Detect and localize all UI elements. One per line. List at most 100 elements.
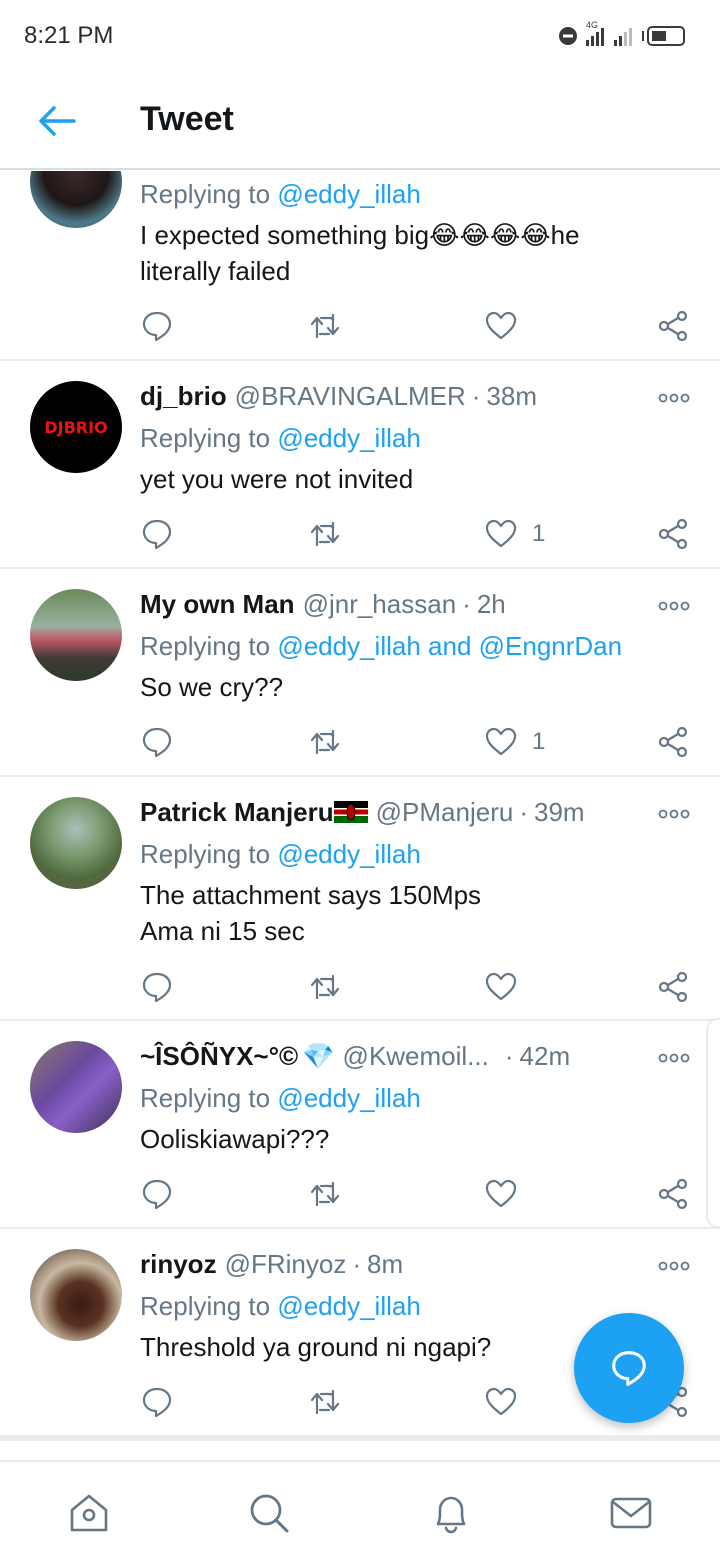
mention-link[interactable]: @eddy_illah and @EngnrDan (277, 631, 622, 661)
notifications-icon[interactable] (428, 1490, 474, 1536)
author-handle[interactable]: @BRAVINGALMER (235, 381, 466, 411)
tweet-actions: 1 (140, 722, 700, 762)
like-button[interactable] (484, 1382, 532, 1422)
back-arrow-icon[interactable] (34, 98, 80, 144)
home-icon[interactable] (66, 1490, 112, 1536)
like-button[interactable]: 1 (484, 722, 545, 762)
like-button[interactable] (484, 967, 532, 1007)
retweet-icon (310, 521, 340, 547)
reply-icon (142, 311, 172, 342)
avatar-logo-text: DJBRIO (44, 417, 108, 437)
reply-button[interactable] (140, 514, 174, 554)
author-name[interactable]: My own Man (140, 589, 295, 619)
retweet-icon (310, 729, 340, 755)
gem-emoji: 💎 (302, 1041, 335, 1071)
tweet-age: 39m (533, 797, 585, 827)
reply-feed[interactable]: Replying to @eddy_illah I expected somet… (0, 171, 720, 1461)
system-status-icons: 4G (559, 20, 685, 46)
mention-link[interactable]: @eddy_illah (277, 1291, 420, 1321)
replying-to: Replying to @eddy_illah (140, 839, 421, 869)
mention-link[interactable]: @eddy_illah (277, 839, 420, 869)
more-options-icon[interactable] (658, 1051, 690, 1065)
retweet-button[interactable] (308, 1382, 342, 1422)
tweet-author-row: ~ÎSÔÑYX~°© 💎 @Kwemoil... · 42m (140, 1041, 570, 1075)
retweet-button[interactable] (308, 1174, 342, 1214)
tweet-actions: 1 (140, 514, 700, 554)
share-button[interactable] (656, 967, 690, 1007)
mention-link[interactable]: @eddy_illah (277, 179, 420, 209)
search-icon[interactable] (246, 1490, 292, 1536)
retweet-icon (310, 1181, 340, 1207)
laughing-emoji: 😂😂😂😂 (429, 220, 551, 250)
author-handle[interactable]: @jnr_hassan (303, 589, 457, 619)
retweet-button[interactable] (308, 967, 342, 1007)
more-options-icon[interactable] (658, 391, 690, 405)
more-options-icon[interactable] (658, 599, 690, 613)
tweet-age: 38m (486, 381, 537, 411)
like-button[interactable] (484, 1174, 532, 1214)
compose-reply-icon (612, 1351, 646, 1386)
user-avatar[interactable] (30, 171, 122, 228)
user-avatar[interactable] (30, 797, 122, 889)
share-button[interactable] (656, 1174, 690, 1214)
tweet-item[interactable]: My own Man @jnr_hassan · 2h Replying to @ed… (0, 569, 720, 777)
author-handle[interactable]: @Kwemoil... (343, 1041, 489, 1071)
reply-button[interactable] (140, 1382, 174, 1422)
reply-icon (142, 1387, 172, 1418)
replying-to: Replying to @eddy_illah (140, 1083, 421, 1113)
thread-end-divider (0, 1435, 720, 1441)
user-avatar[interactable] (30, 589, 122, 681)
reply-button[interactable] (140, 306, 174, 346)
reply-icon (142, 519, 172, 550)
share-icon (658, 726, 688, 758)
user-avatar[interactable] (30, 1041, 122, 1133)
tweet-author-row: My own Man @jnr_hassan · 2h (140, 589, 506, 623)
retweet-button[interactable] (308, 514, 342, 554)
share-button[interactable] (656, 722, 690, 762)
top-app-bar: Tweet (0, 72, 720, 170)
meta-dot: · (519, 797, 528, 827)
tweet-text: The attachment says 150Mps Ama ni 15 sec (140, 880, 482, 946)
user-avatar[interactable]: DJBRIO (30, 381, 122, 473)
like-icon (485, 311, 517, 340)
like-icon (485, 1179, 517, 1208)
like-icon (485, 1387, 517, 1416)
mention-link[interactable]: @eddy_illah (277, 423, 420, 453)
retweet-icon (310, 974, 340, 1000)
author-name[interactable]: ~ÎSÔÑYX~°© (140, 1041, 298, 1071)
more-options-icon[interactable] (658, 1259, 690, 1273)
author-name[interactable]: Patrick Manjeru (140, 797, 334, 827)
tweet-item[interactable]: Replying to @eddy_illah I expected somet… (0, 171, 720, 361)
reply-icon (142, 727, 172, 758)
kenya-flag-icon (333, 801, 368, 823)
messages-icon[interactable] (608, 1490, 654, 1536)
like-button[interactable] (484, 306, 532, 346)
tweet-item[interactable]: ~ÎSÔÑYX~°© 💎 @Kwemoil... · 42m Replying to @… (0, 1021, 720, 1229)
tweet-author-row: Patrick Manjeru @PManjeru · 39m (140, 797, 585, 831)
share-button[interactable] (656, 306, 690, 346)
meta-dot: · (504, 1041, 514, 1071)
scroll-edge-handle[interactable] (706, 1018, 720, 1228)
share-button[interactable] (656, 514, 690, 554)
author-handle[interactable]: @FRinyoz (225, 1249, 347, 1279)
more-options-icon[interactable] (658, 807, 690, 821)
tweet-text: Ooliskiawapi??? (140, 1124, 330, 1154)
retweet-button[interactable] (308, 306, 342, 346)
reply-button[interactable] (140, 967, 174, 1007)
compose-reply-button[interactable] (574, 1313, 684, 1423)
tweet-item[interactable]: Patrick Manjeru @PManjeru · 39m Replying to… (0, 777, 720, 1021)
like-button[interactable]: 1 (484, 514, 545, 554)
author-name[interactable]: dj_brio (140, 381, 227, 411)
author-handle[interactable]: @PManjeru (376, 797, 514, 827)
reply-button[interactable] (140, 1174, 174, 1214)
meta-dot: · (462, 589, 471, 619)
author-name[interactable]: rinyoz (140, 1249, 217, 1279)
like-count: 1 (532, 728, 546, 755)
like-icon (485, 972, 517, 1001)
user-avatar[interactable] (30, 1249, 122, 1341)
reply-button[interactable] (140, 722, 174, 762)
mention-link[interactable]: @eddy_illah (277, 1083, 420, 1113)
tweet-item[interactable]: DJBRIO dj_brio @BRAVINGALMER · 38m Replying… (0, 361, 720, 569)
retweet-button[interactable] (308, 722, 342, 762)
like-icon (485, 519, 517, 548)
